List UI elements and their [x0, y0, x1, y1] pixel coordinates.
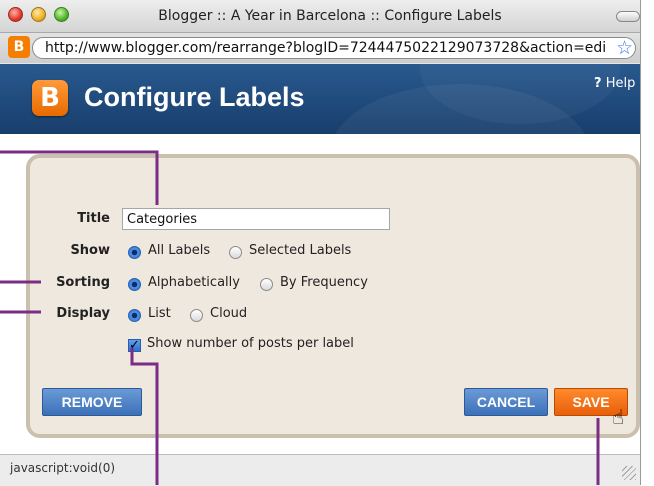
- show-all-labels-option[interactable]: All Labels: [148, 243, 210, 258]
- close-window-button[interactable]: [8, 7, 23, 22]
- display-list-option[interactable]: List: [148, 306, 171, 321]
- remove-button[interactable]: REMOVE: [42, 388, 142, 416]
- window-title: Blogger :: A Year in Barcelona :: Config…: [158, 8, 502, 24]
- sorting-frequency-option[interactable]: By Frequency: [280, 275, 368, 290]
- toolbar-toggle-button[interactable]: [616, 11, 640, 22]
- sorting-alphabetically-radio[interactable]: [128, 278, 141, 291]
- blogger-favicon-icon: B: [8, 36, 30, 58]
- title-input[interactable]: [122, 208, 390, 230]
- help-question-icon: ?: [594, 76, 602, 91]
- address-bar: B http://www.blogger.com/rearrange?blogI…: [0, 33, 640, 63]
- status-bar: javascript:void(0): [0, 454, 640, 486]
- show-all-labels-radio[interactable]: [128, 246, 141, 259]
- sorting-label: Sorting: [56, 275, 110, 290]
- url-field[interactable]: http://www.blogger.com/rearrange?blogID=…: [32, 37, 636, 59]
- zoom-window-button[interactable]: [54, 7, 69, 22]
- show-count-checkbox[interactable]: ✓: [128, 339, 141, 352]
- help-label[interactable]: Help: [606, 76, 636, 91]
- help-link[interactable]: ? Help: [594, 76, 635, 91]
- show-count-label[interactable]: Show number of posts per label: [147, 336, 354, 351]
- resize-grip-icon[interactable]: [622, 466, 636, 480]
- status-text: javascript:void(0): [10, 461, 116, 475]
- browser-window: Blogger :: A Year in Barcelona :: Config…: [0, 0, 641, 486]
- display-label: Display: [56, 306, 110, 321]
- cancel-button[interactable]: CANCEL: [464, 388, 548, 416]
- sorting-alphabetically-option[interactable]: Alphabetically: [148, 275, 240, 290]
- display-cloud-radio[interactable]: [190, 309, 203, 322]
- show-selected-labels-radio[interactable]: [229, 246, 242, 259]
- show-label: Show: [70, 243, 110, 258]
- page-header: B Configure Labels ? Help: [0, 64, 640, 134]
- show-selected-labels-option[interactable]: Selected Labels: [249, 243, 351, 258]
- configure-labels-panel: Title Show All Labels Selected Labels So…: [26, 154, 640, 438]
- page-title: Configure Labels: [84, 82, 305, 112]
- blogger-logo-icon: B: [32, 80, 68, 116]
- sorting-frequency-radio[interactable]: [260, 278, 273, 291]
- content-area: Title Show All Labels Selected Labels So…: [0, 134, 640, 454]
- hand-cursor-icon: ☝: [612, 405, 625, 429]
- minimize-window-button[interactable]: [31, 7, 46, 22]
- title-label: Title: [77, 211, 110, 226]
- star-icon[interactable]: ☆: [616, 38, 633, 58]
- display-cloud-option[interactable]: Cloud: [210, 306, 247, 321]
- url-text[interactable]: http://www.blogger.com/rearrange?blogID=…: [45, 40, 605, 56]
- title-bar: Blogger :: A Year in Barcelona :: Config…: [0, 0, 640, 33]
- display-list-radio[interactable]: [128, 309, 141, 322]
